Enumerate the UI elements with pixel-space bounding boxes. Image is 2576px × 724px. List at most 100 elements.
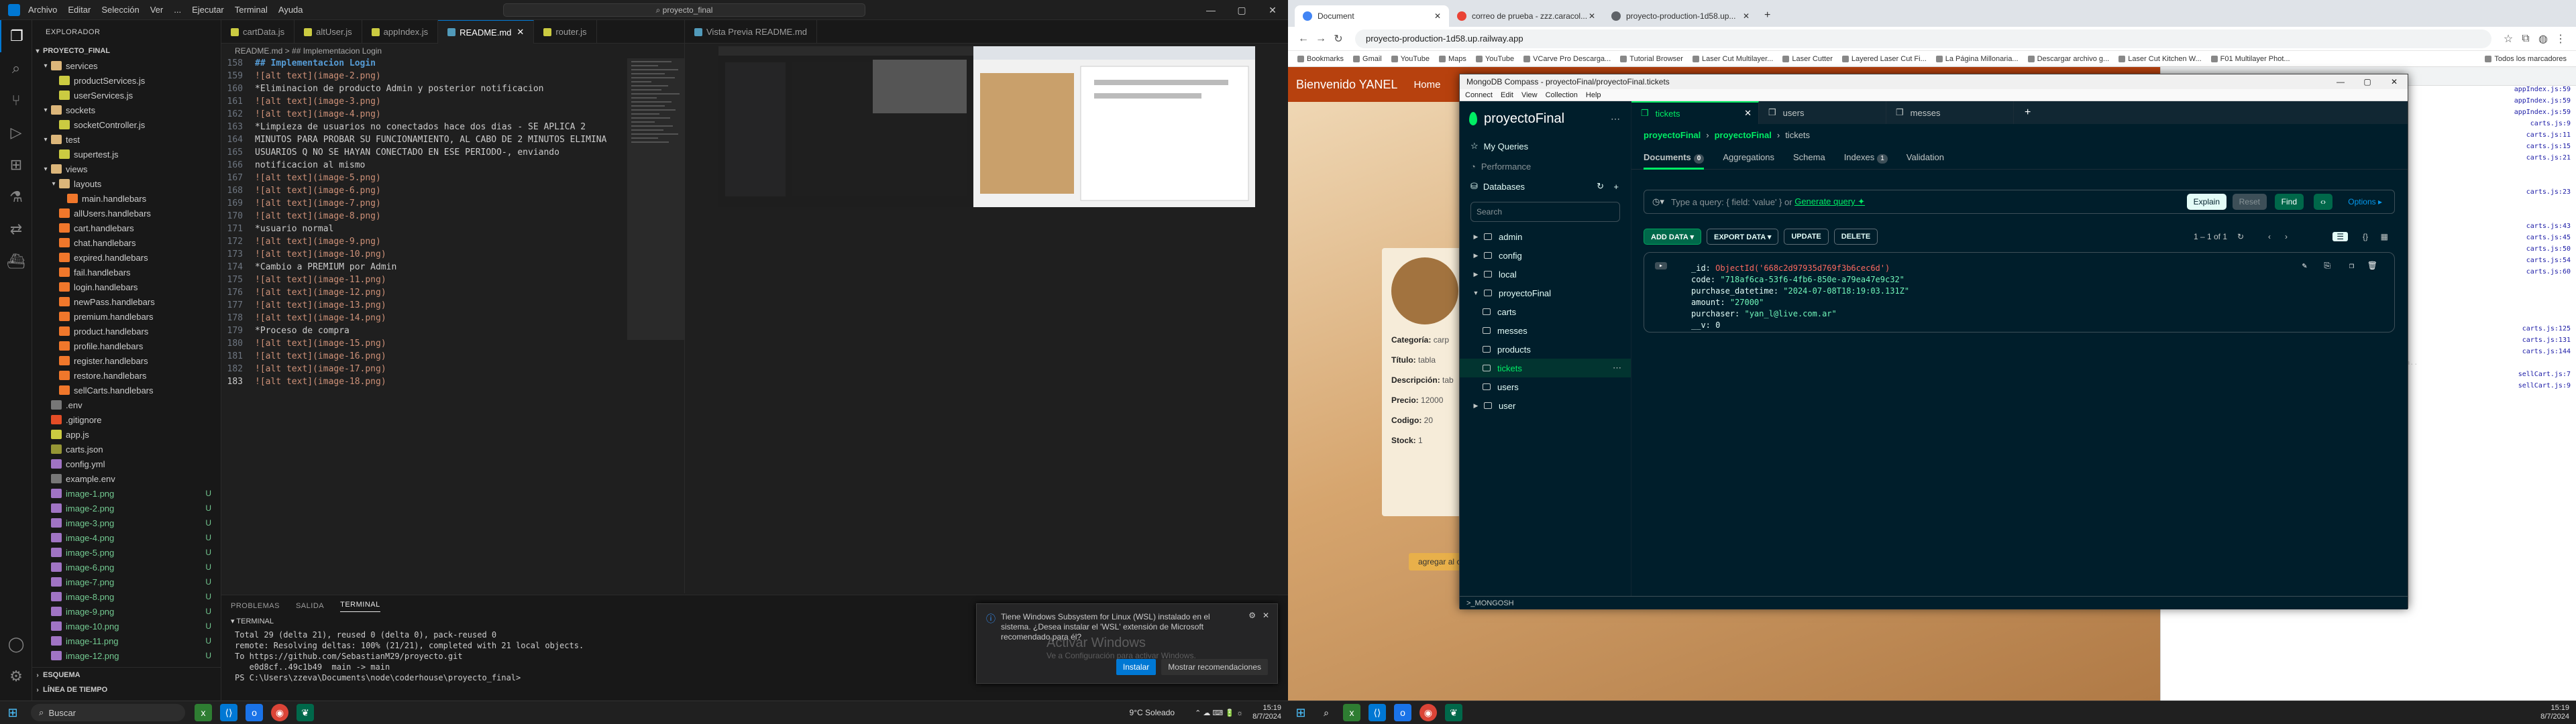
export-data-button[interactable]: EXPORT DATA ▾ bbox=[1706, 229, 1779, 245]
vscode-taskbar-icon[interactable]: ⟨⟩ bbox=[1368, 704, 1386, 721]
chrome-taskbar-icon[interactable]: ◉ bbox=[271, 704, 288, 721]
search-icon[interactable]: ⌕ bbox=[0, 52, 32, 84]
file-item[interactable]: app.js bbox=[32, 427, 221, 442]
mongodb-taskbar-icon[interactable]: ❦ bbox=[1445, 704, 1462, 721]
console-source-link[interactable]: appIndex.js:59 bbox=[2514, 97, 2571, 109]
bookmark-item[interactable]: Layered Laser Cut Fi... bbox=[1841, 55, 1927, 63]
profile-avatar[interactable]: ◍ bbox=[2534, 32, 2552, 46]
close-icon[interactable]: ✕ bbox=[517, 27, 524, 38]
options-button[interactable]: Options ▸ bbox=[2341, 194, 2389, 210]
databases-header[interactable]: ⛁ Databases ↻ + bbox=[1460, 176, 1631, 196]
file-item[interactable]: newPass.handlebars bbox=[32, 294, 221, 309]
forward-arrow-icon[interactable]: → bbox=[1312, 33, 1330, 45]
compass-menu-item[interactable]: Help bbox=[1586, 91, 1601, 99]
show-recommendations-button[interactable]: Mostrar recomendaciones bbox=[1161, 659, 1268, 675]
file-item[interactable]: example.env bbox=[32, 471, 221, 486]
console-source-link[interactable]: appIndex.js:59 bbox=[2514, 86, 2571, 97]
folder-item[interactable]: ▾ layouts bbox=[32, 176, 221, 191]
bookmark-item[interactable]: VCarve Pro Descarga... bbox=[1523, 55, 1611, 63]
collection-tab[interactable]: ❒ messes bbox=[1886, 101, 2014, 124]
folder-item[interactable]: ▾ sockets bbox=[32, 103, 221, 117]
add-icon[interactable]: + bbox=[1613, 182, 1619, 192]
file-item[interactable]: image-11.png U bbox=[32, 634, 221, 648]
breadcrumb-item[interactable]: tickets bbox=[1785, 130, 1810, 140]
menu-item[interactable]: Archivo bbox=[28, 5, 57, 15]
console-source-link[interactable]: carts.js:131 bbox=[2522, 337, 2571, 348]
expand-document-icon[interactable]: ▸ bbox=[1655, 262, 1668, 269]
file-item[interactable]: productServices.js bbox=[32, 73, 221, 88]
query-bar[interactable]: ◷▾ Type a query: { field: 'value' } or G… bbox=[1644, 190, 2395, 214]
excel-icon[interactable]: x bbox=[195, 704, 212, 721]
file-item[interactable]: fail.handlebars bbox=[32, 265, 221, 280]
compass-menu-item[interactable]: Edit bbox=[1501, 91, 1513, 99]
close-icon[interactable]: ✕ bbox=[1257, 0, 1288, 20]
console-source-link[interactable]: carts.js:125 bbox=[2522, 325, 2571, 337]
bookmark-item[interactable]: Gmail bbox=[1353, 55, 1382, 63]
nav-home-link[interactable]: Home bbox=[1413, 79, 1440, 90]
menu-item[interactable]: Editar bbox=[68, 5, 91, 15]
file-item[interactable]: cart.handlebars bbox=[32, 221, 221, 235]
connection-name[interactable]: proyectoFinal ⋯ bbox=[1460, 101, 1631, 136]
collection-subtab[interactable]: Documents 0 bbox=[1644, 145, 1705, 170]
browser-tab[interactable]: correo de prueba - zzz.caracol... ✕ bbox=[1449, 5, 1603, 27]
close-icon[interactable]: ✕ bbox=[1744, 108, 1752, 119]
editor-tab[interactable]: cartData.js bbox=[221, 20, 295, 44]
excel-icon[interactable]: x bbox=[1343, 704, 1360, 721]
file-item[interactable]: image-6.png U bbox=[32, 560, 221, 575]
collection-item[interactable]: messes bbox=[1460, 321, 1631, 340]
menu-item[interactable]: Ejecutar bbox=[192, 5, 224, 15]
maximize-icon[interactable]: ▢ bbox=[2354, 74, 2381, 89]
markdown-preview-pane[interactable] bbox=[684, 44, 1288, 593]
collection-tab[interactable]: ❒ users bbox=[1759, 101, 1886, 124]
console-source-link[interactable]: sellCart.js:9 bbox=[2518, 382, 2571, 394]
console-source-link[interactable]: carts.js:54 bbox=[2526, 257, 2571, 268]
panel-tab[interactable]: SALIDA bbox=[296, 602, 324, 610]
collection-item[interactable]: tickets ⋯ bbox=[1460, 359, 1631, 377]
edit-document-icon[interactable]: ✎ bbox=[2302, 261, 2307, 270]
json-view-icon[interactable]: {} bbox=[2363, 232, 2368, 241]
file-item[interactable]: chat.handlebars bbox=[32, 235, 221, 250]
more-menu-icon[interactable]: ⋯ bbox=[1613, 363, 1621, 373]
console-source-link[interactable]: carts.js:9 bbox=[2530, 120, 2571, 131]
next-page-icon[interactable]: › bbox=[2285, 232, 2288, 241]
collection-item[interactable]: products bbox=[1460, 340, 1631, 359]
console-source-link[interactable]: carts.js:21 bbox=[2526, 154, 2571, 166]
performance-link[interactable]: ◔ Performance bbox=[1460, 156, 1631, 176]
minimize-icon[interactable]: — bbox=[2327, 74, 2354, 89]
console-source-link[interactable]: carts.js:43 bbox=[2526, 223, 2571, 234]
file-item[interactable]: userServices.js bbox=[32, 88, 221, 103]
project-root[interactable]: ▾ PROYECTO_FINAL bbox=[32, 44, 221, 58]
close-icon[interactable]: ✕ bbox=[1589, 11, 1595, 21]
folder-item[interactable]: ▾ test bbox=[32, 132, 221, 147]
database-item[interactable]: ▶ config bbox=[1460, 246, 1631, 265]
folder-item[interactable]: ▾ views bbox=[32, 162, 221, 176]
menu-item[interactable]: Ayuda bbox=[278, 5, 303, 15]
database-item[interactable]: ▶ admin bbox=[1460, 227, 1631, 246]
editor-tab[interactable]: appIndex.js bbox=[362, 20, 439, 44]
windows-start-icon[interactable]: ⊞ bbox=[4, 704, 21, 721]
extensions-icon[interactable]: ⊞ bbox=[0, 149, 32, 181]
tray-icons[interactable]: ⌃ ☁ ⌨ 🔋 ☼ bbox=[1195, 709, 1243, 717]
reload-icon[interactable]: ↻ bbox=[1330, 32, 1347, 46]
query-history-icon[interactable]: ◷▾ bbox=[1652, 196, 1664, 207]
star-icon[interactable]: ☆ bbox=[2500, 32, 2517, 46]
menu-item[interactable]: Ver bbox=[150, 5, 164, 15]
bookmark-item[interactable]: Maps bbox=[1439, 55, 1466, 63]
menu-item[interactable]: ... bbox=[174, 5, 181, 15]
close-icon[interactable]: ✕ bbox=[2381, 74, 2408, 89]
collection-tab[interactable]: ❒ tickets ✕ bbox=[1631, 101, 1759, 124]
timeline-section[interactable]: › LÍNEA DE TIEMPO bbox=[32, 682, 221, 697]
refresh-icon[interactable]: ↻ bbox=[2237, 232, 2244, 241]
compass-menu-item[interactable]: Connect bbox=[1465, 91, 1493, 99]
console-source-link[interactable]: carts.js:23 bbox=[2526, 188, 2571, 200]
menu-item[interactable]: Selección bbox=[101, 5, 139, 15]
editor-tab[interactable]: router.js bbox=[534, 20, 597, 44]
file-item[interactable]: socketController.js bbox=[32, 117, 221, 132]
breadcrumb-item[interactable]: proyectoFinal bbox=[1644, 130, 1701, 140]
console-source-link[interactable]: appIndex.js:59 bbox=[2514, 109, 2571, 120]
chrome-taskbar-icon[interactable]: ◉ bbox=[1419, 704, 1437, 721]
collection-item[interactable]: carts bbox=[1460, 302, 1631, 321]
outlook-icon[interactable]: o bbox=[246, 704, 263, 721]
command-center[interactable]: ⌕ proyecto_final bbox=[503, 3, 865, 17]
clone-document-icon[interactable]: ❐ bbox=[2349, 261, 2354, 270]
